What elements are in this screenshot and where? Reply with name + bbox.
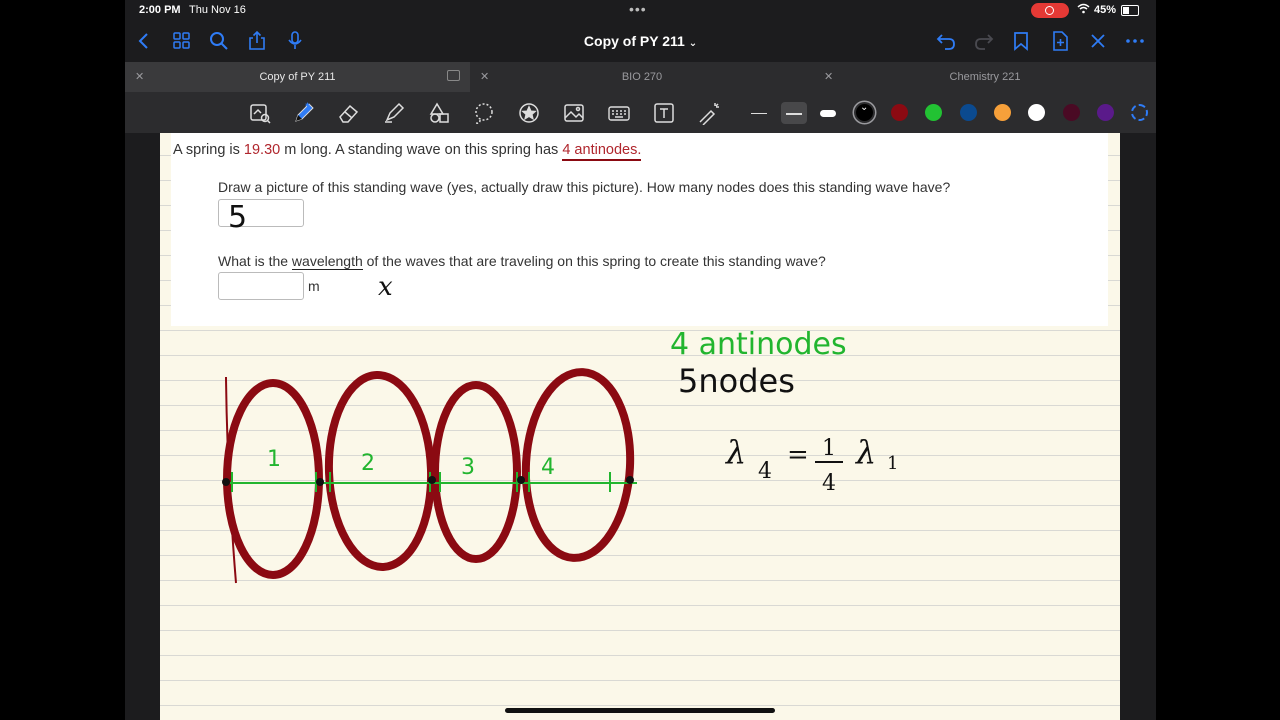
wave-loop-2: [324, 371, 436, 571]
keyboard-icon[interactable]: [607, 101, 631, 125]
lasso-icon[interactable]: [472, 101, 496, 125]
color-orange[interactable]: [994, 104, 1011, 121]
battery-icon: [1121, 5, 1139, 16]
color-black[interactable]: [856, 102, 873, 121]
wave-loop-4: [521, 368, 635, 562]
read-only-icon[interactable]: [248, 101, 272, 125]
text-icon[interactable]: [652, 101, 676, 125]
screen-recording-icon[interactable]: [1031, 3, 1069, 18]
redo-icon[interactable]: [973, 30, 995, 52]
document-title[interactable]: Copy of PY 211: [584, 33, 685, 49]
node-dots: [222, 476, 634, 486]
add-page-icon[interactable]: [1049, 30, 1071, 52]
tab-label: Chemistry 221: [949, 71, 1021, 83]
color-blue[interactable]: [960, 104, 977, 121]
nodes-answer-field[interactable]: [218, 199, 304, 227]
ipad-screen: 2:00 PM Thu Nov 16 ••• 45% Copy of PY 21…: [125, 0, 1156, 720]
bookmark-icon[interactable]: [1010, 30, 1032, 52]
back-icon[interactable]: [133, 30, 155, 52]
equation-lambda-right: λ: [854, 433, 876, 471]
status-bar: 2:00 PM Thu Nov 16 ••• 45%: [125, 0, 1156, 22]
home-indicator[interactable]: [505, 708, 775, 713]
question-2-text: What is the wavelength of the waves that…: [218, 253, 826, 270]
undo-icon[interactable]: [935, 30, 957, 52]
split-view-icon[interactable]: [447, 70, 460, 81]
pen-icon[interactable]: ✱: [292, 101, 316, 125]
loop-label-4: 4: [541, 455, 555, 480]
shapes-icon[interactable]: [427, 101, 451, 125]
loop-label-1: 1: [267, 447, 281, 472]
equation-subscript-right: 1: [887, 453, 898, 474]
wave-loop-3: [431, 381, 521, 563]
wavelength-word: wavelength: [291, 253, 363, 270]
q2-text: What is the: [218, 253, 292, 269]
multitasking-dots-icon[interactable]: •••: [629, 1, 647, 17]
segment-ticks: [231, 472, 611, 492]
status-date: Thu Nov 16: [189, 4, 246, 16]
more-icon[interactable]: [1124, 30, 1146, 52]
wall-line: [225, 376, 237, 584]
note-nodes: 5nodes: [678, 362, 795, 400]
share-icon[interactable]: [246, 30, 268, 52]
stroke-medium[interactable]: [781, 102, 807, 124]
question-stem: A spring is 19.30 m long. A standing wav…: [173, 142, 642, 161]
tab-label: Copy of PY 211: [259, 71, 336, 83]
close-icon[interactable]: [1087, 30, 1109, 52]
wavelength-equation: λ 4 = 1 4 λ 1: [724, 433, 898, 496]
wifi-icon: [1077, 3, 1090, 17]
color-dark-red[interactable]: [891, 104, 908, 121]
stem-text: A spring is: [173, 142, 244, 158]
color-green[interactable]: [925, 104, 942, 121]
color-purple[interactable]: [1097, 104, 1114, 121]
highlighter-icon[interactable]: [382, 101, 406, 125]
wavelength-answer-field[interactable]: [218, 272, 304, 300]
tab-chemistry-221[interactable]: ✕ Chemistry 221: [814, 62, 1156, 92]
q2-text: of the waves that are traveling on this …: [362, 253, 826, 269]
color-maroon[interactable]: [1063, 104, 1080, 121]
wavelength-unit: m: [308, 278, 320, 294]
tab-bio-270[interactable]: ✕ BIO 270: [470, 62, 814, 92]
standing-wave-drawing: 1 2 3 4: [222, 368, 637, 584]
antinodes-count: 4 antinodes.: [562, 142, 642, 161]
equation-lambda-left: λ: [724, 433, 746, 471]
notebook-page[interactable]: A spring is 19.30 m long. A standing wav…: [160, 133, 1120, 720]
spring-length: 19.30: [243, 142, 281, 158]
grid-icon[interactable]: [171, 30, 193, 52]
svg-text:✱: ✱: [305, 102, 310, 109]
navigation-bar: Copy of PY 211 ⌄: [125, 22, 1156, 62]
equation-numerator: 1: [822, 436, 836, 461]
chevron-down-icon[interactable]: ⌄: [689, 38, 697, 49]
drawing-toolbar: ✱: [125, 92, 1156, 133]
equation-equals: =: [787, 440, 809, 470]
stroke-thick[interactable]: [815, 102, 841, 124]
laser-pointer-icon[interactable]: [697, 101, 721, 126]
equation-subscript-left: 4: [758, 459, 772, 484]
note-antinodes: 4 antinodes: [670, 327, 847, 362]
microphone-icon[interactable]: [284, 30, 306, 52]
wave-loops: [223, 368, 635, 579]
question-1-text: Draw a picture of this standing wave (ye…: [218, 179, 951, 195]
document-tabs: ✕ Copy of PY 211 ✕ BIO 270 ✕ Chemistry 2…: [125, 62, 1156, 92]
stem-text: m long. A standing wave on this spring h…: [280, 142, 563, 158]
status-time: 2:00 PM: [139, 4, 181, 16]
loop-label-3: 3: [461, 455, 475, 480]
sticker-icon[interactable]: [517, 101, 541, 125]
color-white[interactable]: [1028, 104, 1045, 121]
image-icon[interactable]: [562, 101, 586, 125]
eraser-icon[interactable]: [337, 101, 361, 125]
tab-label: BIO 270: [621, 71, 663, 83]
wave-loop-1: [223, 379, 323, 579]
tab-copy-of-py-211[interactable]: ✕ Copy of PY 211: [125, 62, 470, 92]
question-card: A spring is 19.30 m long. A standing wav…: [171, 133, 1108, 326]
custom-color-icon[interactable]: [1131, 104, 1148, 121]
loop-label-2: 2: [361, 451, 375, 476]
search-icon[interactable]: [208, 30, 230, 52]
stroke-thin[interactable]: [746, 102, 772, 124]
equation-denominator: 4: [822, 471, 836, 496]
battery-percent: 45%: [1094, 4, 1117, 16]
document-title-container: Copy of PY 211 ⌄: [125, 33, 1156, 49]
